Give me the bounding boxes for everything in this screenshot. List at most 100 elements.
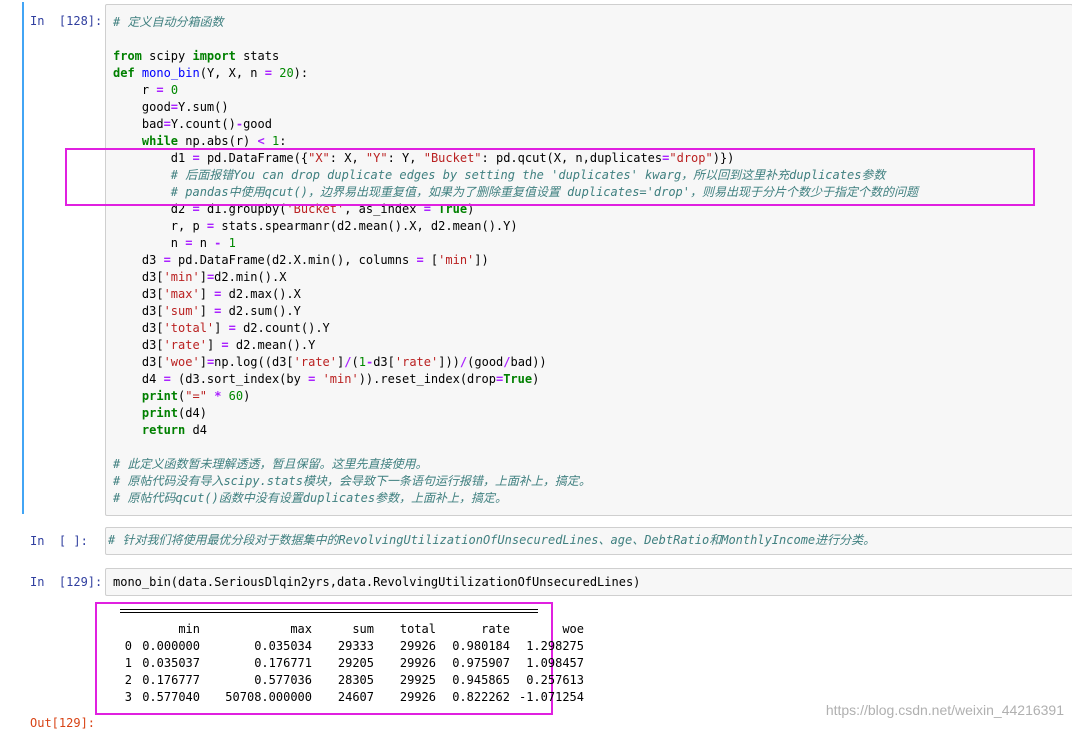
code-token: d3[ [113, 304, 164, 318]
code-token: ] [206, 338, 222, 352]
code-token: ] [214, 321, 229, 335]
table-header-row: min max sum total rate woe [114, 620, 588, 637]
code-token: 1 [358, 355, 366, 369]
code-token: np.log((d3[ [214, 355, 294, 369]
code-line: d3['total'] = d2.count().Y [113, 320, 918, 337]
code-token: 'total' [163, 321, 215, 335]
code-line: print(d4) [113, 405, 918, 422]
table-cell: 0.000000 [142, 638, 200, 653]
code-token: scipy [141, 49, 193, 63]
code-token: d4 [113, 372, 164, 386]
code-token: 0 [170, 83, 179, 97]
table-cell: 0.035034 [254, 638, 312, 653]
code-token: ( [351, 355, 359, 369]
code-line: # 原帖代码qcut()函数中没有设置duplicates参数，上面补上，搞定。 [113, 490, 918, 507]
code-line: d3['min']=d2.min().X [113, 269, 918, 286]
code-token: d3[ [113, 355, 164, 369]
code-token: good [113, 100, 171, 114]
table-cell: 29926 [399, 638, 436, 653]
watermark: https://blog.csdn.net/weixin_44216391 [825, 702, 1064, 718]
output-dataframe: min max sum total rate woe 0 0.000000 0.035034 29… [114, 620, 588, 705]
cell-prompt-128: In [128]: [30, 14, 103, 28]
table-cell: 0.035037 [142, 655, 200, 670]
table-cell: 29925 [399, 672, 436, 687]
code-token: good [243, 117, 272, 131]
code-token: d2.sum().Y [221, 304, 301, 318]
code-token: # 此定义函数暂未理解透透，暂且保留。这里先直接使用。 [113, 457, 428, 471]
table-cell: 50708.000000 [225, 689, 312, 704]
code-token: ] [199, 287, 215, 301]
table-cell: 0.975907 [452, 655, 510, 670]
code-line: d4 = (d3.sort_index(by = 'min')).reset_i… [113, 371, 918, 388]
column-header: woe [562, 621, 584, 636]
code-token: # 定义自动分箱函数 [113, 15, 224, 29]
column-header: total [399, 621, 436, 636]
code-token: = [163, 372, 171, 386]
column-header: sum [352, 621, 374, 636]
code-token: ])) [438, 355, 460, 369]
table-cell: -1.071254 [518, 689, 584, 704]
table-row: 1 0.035037 0.176771 29205 29926 0.975907 1.098… [114, 654, 588, 671]
table-cell: 0.257613 [526, 672, 584, 687]
next-output-prompt: Out[129]: [30, 716, 96, 730]
code-token: 'rate' [293, 355, 338, 369]
cell-prompt-empty: In [ ]: [30, 534, 88, 548]
code-line: r, p = stats.spearmanr(d2.mean().X, d2.m… [113, 218, 918, 235]
code-editor-128[interactable]: # 定义自动分箱函数 from scipy import stats def mon… [113, 14, 918, 507]
table-cell: 0.945865 [452, 672, 510, 687]
comment-line: # 针对我们将使用最优分段对于数据集中的RevolvingUtilization… [108, 533, 876, 547]
code-token: 'min' [438, 253, 475, 267]
code-line: # 此定义函数暂未理解透透，暂且保留。这里先直接使用。 [113, 456, 918, 473]
code-token: Y.sum() [178, 100, 229, 114]
table-cell: 29926 [399, 689, 436, 704]
code-token: 60 [228, 389, 244, 403]
code-token: ]) [474, 253, 489, 267]
code-token: d2.max().X [221, 287, 301, 301]
code-token: d3[ [113, 321, 164, 335]
code-token: 20 [279, 66, 294, 80]
code-token: = [228, 321, 236, 335]
code-token: True [503, 372, 533, 386]
code-token: : [279, 134, 287, 148]
code-line: def mono_bin(Y, X, n = 20): [113, 65, 918, 82]
column-header: rate [481, 621, 510, 636]
code-line: r = 0 [113, 82, 918, 99]
code-token: print [141, 406, 179, 420]
code-token: n [192, 236, 215, 250]
code-token: < [257, 134, 265, 148]
table-cell: 3 [124, 689, 132, 704]
code-token: d3[ [113, 270, 164, 284]
code-line: bad=Y.count()-good [113, 116, 918, 133]
code-token: d4 [185, 423, 207, 437]
table-cell: 1 [124, 655, 132, 670]
table-cell: 0.980184 [452, 638, 510, 653]
code-token: d3 [113, 253, 164, 267]
code-token: - [235, 117, 244, 131]
code-line-129: mono_bin(data.SeriousDlqin2yrs,data.Revo… [113, 575, 641, 589]
code-token: )).reset_index(drop [358, 372, 496, 386]
selected-cell-indicator [22, 2, 24, 514]
code-token: bad)) [510, 355, 547, 369]
table-cell: 0.577040 [142, 689, 200, 704]
code-token: = [156, 83, 164, 97]
code-token: 1 [228, 236, 236, 250]
column-header: max [290, 621, 312, 636]
code-line: d3['rate'] = d2.mean().Y [113, 337, 918, 354]
code-token: d2.min().X [214, 270, 287, 284]
table-cell: 0 [124, 638, 132, 653]
code-token: = [416, 253, 424, 267]
code-token: = [170, 100, 179, 114]
code-line: print("=" * 60) [113, 388, 918, 405]
table-cell: 29333 [337, 638, 374, 653]
table-row: 2 0.176777 0.577036 28305 29925 0.945865 0.257… [114, 671, 588, 688]
table-cell: 0.176771 [254, 655, 312, 670]
